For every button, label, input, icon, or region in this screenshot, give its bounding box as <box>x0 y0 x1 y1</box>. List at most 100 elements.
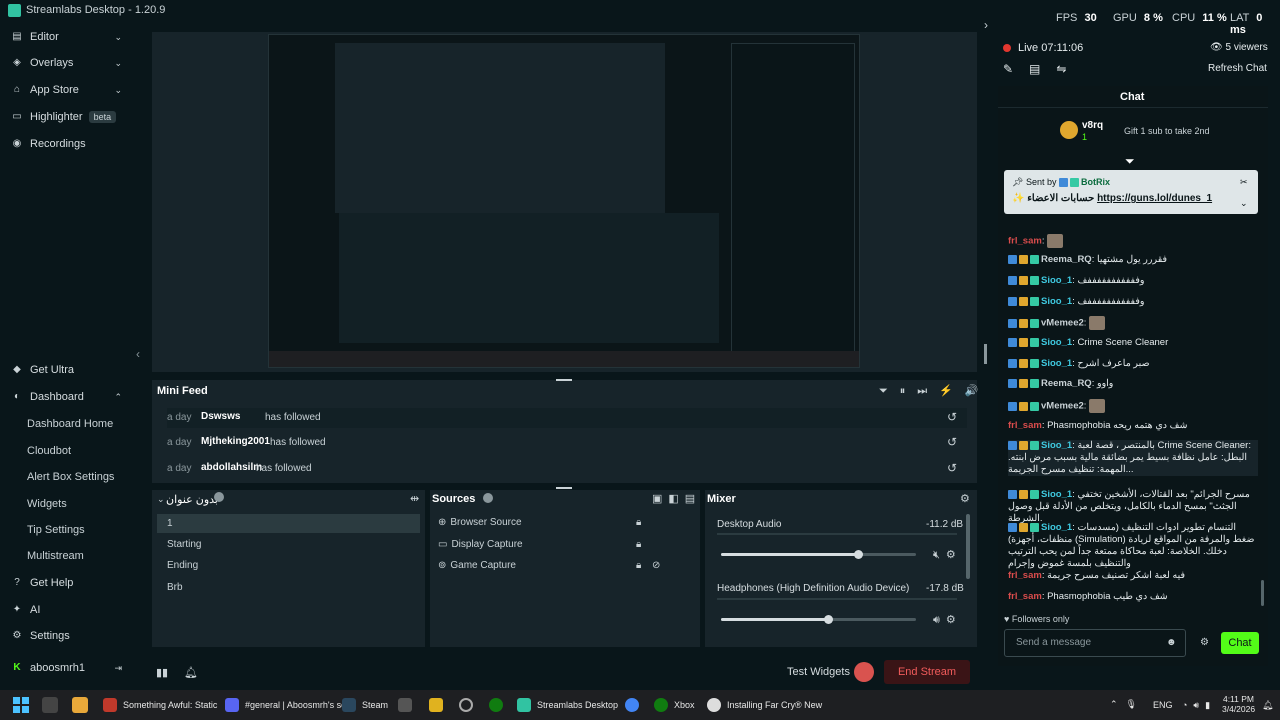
chat-username[interactable]: Sioo_1 <box>1041 358 1072 369</box>
sidebar-item-dashboard[interactable]: ◐ Dashboard ⌃ <box>0 384 140 410</box>
scene-item[interactable]: 1 <box>167 518 417 538</box>
sidebar-item-widgets[interactable]: Widgets <box>0 491 140 517</box>
task-view-icon[interactable] <box>42 697 58 713</box>
sidebar-item-ai[interactable]: ✦ AI <box>0 597 140 623</box>
replay-icon[interactable]: ↺ <box>947 461 957 475</box>
filter-icon[interactable]: ⏷ <box>1125 154 1135 169</box>
performance-icon[interactable]: ▮▮ <box>156 666 168 679</box>
scene-collection-title[interactable]: بدون عنوان <box>166 493 218 506</box>
user-badges-icon <box>1008 358 1041 369</box>
clock[interactable]: 4:11 PM 3/4/2026 <box>1222 694 1255 714</box>
chevron-down-icon[interactable]: ⌄ <box>1240 198 1248 209</box>
emoji-icon[interactable]: ☻ <box>1166 637 1177 648</box>
chat-scrollbar[interactable] <box>1261 580 1264 606</box>
sidebar-item-get-ultra[interactable]: ◆ Get Ultra <box>0 357 140 383</box>
language-indicator[interactable]: ENG <box>1153 700 1173 710</box>
add-source-icon[interactable] <box>483 493 493 503</box>
mini-feed-controls[interactable]: ⏷⏸⏭⚡🔊 <box>879 384 991 398</box>
chat-username[interactable]: Reema_RQ <box>1041 254 1092 265</box>
source-item[interactable]: ▭ Display Capture 🔒︎ <box>438 539 668 559</box>
rec-button[interactable] <box>854 662 874 682</box>
chevron-down-icon[interactable]: ⌄ <box>157 494 165 505</box>
resize-handle[interactable] <box>984 344 987 364</box>
chat-username[interactable]: Sioo_1 <box>1041 296 1072 307</box>
taskbar-icon[interactable] <box>429 698 443 712</box>
send-chat-button[interactable]: Chat <box>1221 632 1259 654</box>
sidebar-item-get-help[interactable]: ? Get Help <box>0 570 140 596</box>
taskbar-app[interactable]: Xbox <box>654 698 695 712</box>
drag-handle[interactable] <box>556 487 572 489</box>
alert-icon[interactable]: 🔔︎ <box>184 666 198 679</box>
gear-icon[interactable]: ⚙ <box>960 492 970 505</box>
chat-username[interactable]: frl_sam <box>1008 570 1042 581</box>
taskbar-icon[interactable] <box>459 698 473 712</box>
drag-handle[interactable] <box>556 379 572 381</box>
lock-icon[interactable]: 🔒︎ <box>636 560 641 571</box>
tray-icons[interactable]: ⌃🎙︎ <box>1110 699 1145 710</box>
lock-icon[interactable]: 🔒︎ <box>636 517 641 528</box>
chat-username[interactable]: frl_sam <box>1008 591 1042 602</box>
sidebar-item-multistream[interactable]: Multistream <box>0 543 140 569</box>
test-widgets-button[interactable]: Test Widgets <box>787 666 850 678</box>
windows-start-icon[interactable] <box>13 697 29 713</box>
replay-icon[interactable]: ↺ <box>947 435 957 449</box>
chat-username[interactable]: Sioo_1 <box>1041 275 1072 286</box>
source-item[interactable]: ⊕ Browser Source 🔒︎ <box>438 517 668 537</box>
chat-username[interactable]: Sioo_1 <box>1041 337 1072 348</box>
sidebar-item-app-store[interactable]: ⌂ App Store ⌄ <box>0 77 140 103</box>
visibility-off-icon[interactable]: ⊘ <box>652 560 660 571</box>
sidebar-item-dashboard-home[interactable]: Dashboard Home <box>0 411 140 437</box>
collapse-left-icon[interactable]: ‹ <box>136 347 140 361</box>
sidebar-item-editor[interactable]: ▤ Editor ⌄ <box>0 24 140 50</box>
gear-icon[interactable]: ⚙ <box>1200 637 1209 648</box>
sidebar-item-tip-settings[interactable]: Tip Settings <box>0 517 140 543</box>
chat-tools[interactable]: ✎▤⇋ <box>1003 62 1082 76</box>
end-stream-button[interactable]: End Stream <box>884 660 970 684</box>
sidebar-item-cloudbot[interactable]: Cloudbot <box>0 438 140 464</box>
mixer-scrollbar[interactable] <box>966 514 970 579</box>
sidebar-user[interactable]: Kaboosmrh1 ⇥ <box>0 655 140 681</box>
sidebar-item-recordings[interactable]: ◉ Recordings <box>0 131 140 157</box>
chat-username[interactable]: Sioo_1 <box>1041 440 1072 451</box>
volume-slider[interactable] <box>721 615 916 624</box>
taskbar-app[interactable]: Streamlabs Desktop <box>517 698 618 712</box>
sidebar-item-alert-box-settings[interactable]: Alert Box Settings <box>0 464 140 490</box>
chat-username[interactable]: Reema_RQ <box>1041 378 1092 389</box>
editor-icon: ▤ <box>12 31 22 42</box>
chat-username[interactable]: frl_sam <box>1008 420 1042 431</box>
add-scene-icon[interactable] <box>214 492 224 502</box>
taskbar-app[interactable]: #general | Aboosmrh's se <box>225 698 346 712</box>
taskbar-app[interactable]: Installing Far Cry® New <box>707 698 822 712</box>
mute-icon[interactable]: 🔇︎⚙ <box>933 548 962 562</box>
sidebar-item-settings[interactable]: ⚙ Settings <box>0 623 140 649</box>
scene-item[interactable]: Starting <box>167 539 417 559</box>
chat-username[interactable]: Sioo_1 <box>1041 489 1072 500</box>
chat-username[interactable]: Sioo_1 <box>1041 522 1072 533</box>
gift-text: Gift 1 sub to take 2nd <box>1124 126 1210 136</box>
taskbar-app[interactable]: Something Awful: Static <box>103 698 217 712</box>
volume-slider[interactable] <box>721 550 916 559</box>
unpin-icon[interactable]: ✂ <box>1240 177 1248 188</box>
chat-username[interactable]: vMemee2 <box>1041 401 1084 412</box>
taskbar-icon[interactable] <box>398 698 412 712</box>
scene-item[interactable]: Brb <box>167 582 417 602</box>
refresh-chat-button[interactable]: Refresh Chat <box>1208 63 1267 74</box>
chat-username[interactable]: frl_sam <box>1008 236 1042 247</box>
chrome-icon[interactable] <box>625 698 639 712</box>
file-explorer-icon[interactable] <box>72 697 88 713</box>
source-item[interactable]: ⊚ Game Capture 🔒︎ ⊘ <box>438 560 668 580</box>
expand-right-icon[interactable]: › <box>984 18 988 32</box>
taskbar-app[interactable]: Steam <box>342 698 388 712</box>
speaker-icon[interactable]: 🔊︎⚙ <box>933 613 962 627</box>
scene-transitions-icon[interactable]: ⇹ <box>410 492 419 505</box>
system-tray-icons[interactable]: ◔🔊︎▮ <box>1182 700 1216 711</box>
scene-item[interactable]: Ending <box>167 560 417 580</box>
sidebar-item-overlays[interactable]: ◈ Overlays ⌄ <box>0 50 140 76</box>
notification-icon[interactable]: 🔔︎ <box>1262 700 1273 711</box>
source-controls-icon[interactable]: ▣◧▤ <box>652 492 701 505</box>
chat-username[interactable]: vMemee2 <box>1041 318 1084 329</box>
replay-icon[interactable]: ↺ <box>947 410 957 424</box>
lock-icon[interactable]: 🔒︎ <box>636 539 641 550</box>
xbox-icon[interactable] <box>489 698 503 712</box>
sidebar-item-highlighter[interactable]: ▭ Highlighter beta <box>0 104 140 130</box>
